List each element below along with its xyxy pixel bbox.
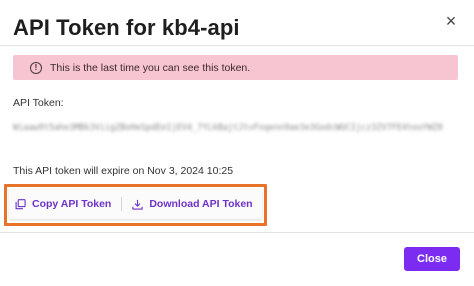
token-value: Wiaaw9t5ahe3MBk3ViigZBoHeSpdEeIjEV4_7YLk… [13, 123, 443, 133]
close-button[interactable]: Close [404, 247, 460, 271]
copy-token-button[interactable]: Copy API Token [9, 189, 117, 219]
copy-token-label: Copy API Token [32, 198, 112, 210]
close-icon[interactable]: × [442, 12, 460, 30]
token-label: API Token: [13, 97, 64, 109]
token-actions: Copy API Token Download API Token [9, 189, 262, 219]
alert-message: This is the last time you can see this t… [50, 61, 251, 74]
download-token-button[interactable]: Download API Token [126, 189, 258, 219]
actions-separator [121, 197, 123, 211]
expiry-text: This API token will expire on Nov 3, 202… [13, 165, 234, 177]
footer-divider [0, 232, 474, 233]
header-divider [0, 45, 474, 46]
copy-icon [15, 198, 26, 209]
download-icon [132, 199, 143, 210]
info-icon: ! [30, 61, 42, 74]
download-token-label: Download API Token [149, 198, 253, 210]
dialog-title: API Token for kb4-api [13, 15, 240, 40]
warning-alert: ! This is the last time you can see this… [13, 55, 458, 80]
api-token-dialog: API Token for kb4-api × ! This is the la… [0, 0, 474, 286]
